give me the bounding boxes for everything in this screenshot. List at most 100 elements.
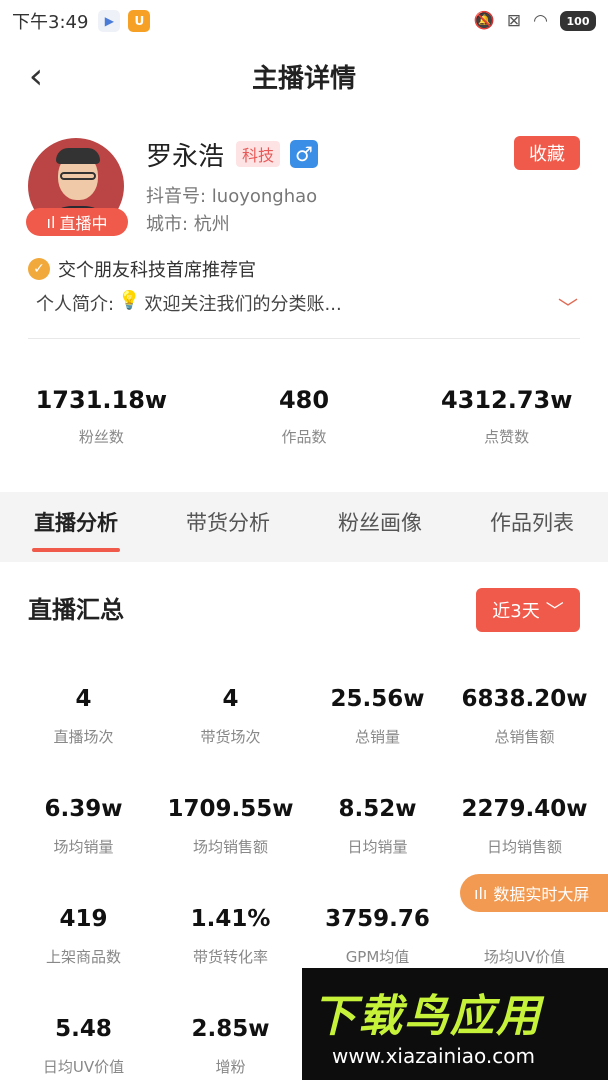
stat-value: 1731.18w: [35, 386, 168, 414]
metric-item: 1.41% 带货转化率: [157, 906, 304, 967]
metric-label: 日均销售额: [486, 838, 562, 856]
verification-text: 交个朋友科技首席推荐官: [58, 260, 256, 281]
stat-label: 粉丝数: [78, 428, 124, 446]
stat-value: 4312.73w: [440, 386, 573, 414]
male-gender-icon: ♂: [290, 140, 318, 168]
tab-bar: 直播分析 带货分析 粉丝画像 作品列表: [0, 492, 608, 562]
metric-label: 场均销量: [53, 838, 114, 856]
metric-label: 日均UV价值: [42, 1058, 125, 1076]
metric-label: 日均销量: [347, 838, 408, 856]
metric-item: 4 直播场次: [10, 686, 157, 747]
battery-icon: 100: [560, 11, 596, 31]
stat-label: 作品数: [281, 428, 327, 446]
metric-label: 直播场次: [53, 728, 114, 746]
bio-row: 个人简介: 💡 欢迎关注我们的分类账...: [36, 290, 342, 316]
section-title: 直播汇总: [28, 596, 124, 624]
metric-value: 419: [59, 906, 108, 932]
metric-label: 总销售额: [494, 728, 555, 746]
stat-value: 480: [278, 386, 330, 414]
watermark: 下载鸟应用 www.xiazainiao.com: [302, 968, 608, 1080]
city: 城市: 杭州: [146, 214, 230, 235]
douyin-id: 抖音号: luoyonghao: [146, 186, 318, 207]
live-bars-icon: ıl: [46, 212, 56, 232]
verified-check-icon: ✓: [28, 258, 50, 280]
live-badge-label: 直播中: [59, 214, 108, 233]
bio-label: 个人简介:: [36, 294, 115, 315]
live-badge[interactable]: ıl 直播中: [26, 208, 128, 236]
metric-value: 25.56w: [330, 686, 425, 712]
metric-label: 带货场次: [200, 728, 261, 746]
metric-label: 增粉: [215, 1058, 246, 1076]
tab-sales-analysis[interactable]: 带货分析: [152, 492, 304, 562]
lightbulb-icon: 💡: [118, 290, 141, 311]
metric-item: 5.48 日均UV价值: [10, 1016, 157, 1077]
metric-item: 2.85w 增粉: [157, 1016, 304, 1077]
metric-value: 4: [75, 686, 92, 712]
tab-fan-profile[interactable]: 粉丝画像: [304, 492, 456, 562]
tab-label: 粉丝画像: [338, 511, 422, 535]
profile-stats: 1731.18w 粉丝数 480 作品数 4312.73w 点赞数: [0, 386, 608, 447]
status-icons: 🔕 ⊠ ◠ 100: [474, 11, 596, 31]
tab-works-list[interactable]: 作品列表: [456, 492, 608, 562]
metric-value: 1.41%: [190, 906, 271, 932]
metric-value: 1709.55w: [167, 796, 294, 822]
metric-value: 8.52w: [338, 796, 417, 822]
status-time: 下午3:49: [12, 12, 89, 33]
tab-label: 直播分析: [34, 511, 118, 535]
date-range-dropdown[interactable]: 近3天 ﹀: [476, 588, 580, 632]
metric-label: 场均销售额: [192, 838, 268, 856]
metric-item: 场均UV价值: [451, 906, 598, 967]
wifi-icon: ◠: [533, 11, 548, 31]
metric-item: 2279.40w 日均销售额: [451, 796, 598, 857]
sim-off-icon: ⊠: [506, 11, 522, 31]
mute-bell-icon: 🔕: [473, 11, 495, 31]
app-notification-icon: U: [128, 10, 151, 32]
bar-chart-icon: ılı: [474, 883, 488, 903]
stat-works: 480 作品数: [203, 386, 406, 447]
divider: [28, 338, 580, 339]
streamer-name: 罗永浩: [146, 142, 225, 172]
metric-item: 6838.20w 总销售额: [451, 686, 598, 747]
category-tag: 科技: [236, 141, 281, 167]
metric-item: 3759.76 GPM均值: [304, 906, 451, 967]
metric-value: 2279.40w: [461, 796, 588, 822]
range-label: 近3天: [492, 601, 540, 622]
chevron-down-icon[interactable]: ﹀: [558, 292, 578, 321]
metric-label: 场均UV价值: [483, 948, 566, 966]
bio-text: 欢迎关注我们的分类账...: [144, 294, 342, 315]
metric-item: 8.52w 日均销量: [304, 796, 451, 857]
metric-label: GPM均值: [345, 948, 410, 966]
metric-value: 3759.76: [325, 906, 430, 932]
stat-likes: 4312.73w 点赞数: [405, 386, 608, 447]
metric-item: 419 上架商品数: [10, 906, 157, 967]
verification-row: ✓ 交个朋友科技首席推荐官: [28, 256, 256, 282]
metric-item: 4 带货场次: [157, 686, 304, 747]
tab-label: 作品列表: [490, 511, 574, 535]
metric-value: 6838.20w: [461, 686, 588, 712]
page-title: 主播详情: [251, 63, 356, 94]
stat-followers: 1731.18w 粉丝数: [0, 386, 203, 447]
metric-label: 上架商品数: [45, 948, 121, 966]
metric-item: 6.39w 场均销量: [10, 796, 157, 857]
nav-bar: ‹ 主播详情: [0, 48, 608, 104]
collect-button[interactable]: 收藏: [514, 136, 580, 170]
realtime-dashboard-label: 数据实时大屏: [493, 885, 590, 904]
realtime-dashboard-button[interactable]: ılı 数据实时大屏: [460, 874, 608, 912]
avatar-hair: [56, 148, 100, 164]
tab-label: 带货分析: [186, 511, 270, 535]
metric-value: 6.39w: [44, 796, 123, 822]
avatar-glasses: [60, 172, 96, 180]
metric-value: 2.85w: [191, 1016, 270, 1042]
metric-value: 5.48: [55, 1016, 112, 1042]
watermark-logo: 下载鸟应用: [312, 991, 542, 1042]
active-tab-indicator: [32, 548, 120, 552]
back-icon[interactable]: ‹: [16, 56, 56, 97]
metric-label: 带货转化率: [192, 948, 268, 966]
metric-item: 1709.55w 场均销售额: [157, 796, 304, 857]
chevron-down-icon: ﹀: [545, 601, 564, 622]
status-bar: 下午3:49 ▶ U 🔕 ⊠ ◠ 100: [0, 0, 608, 42]
play-store-icon: ▶: [98, 10, 121, 32]
metric-item: 25.56w 总销量: [304, 686, 451, 747]
metric-value: 4: [222, 686, 239, 712]
watermark-url: www.xiazainiao.com: [332, 1044, 535, 1068]
